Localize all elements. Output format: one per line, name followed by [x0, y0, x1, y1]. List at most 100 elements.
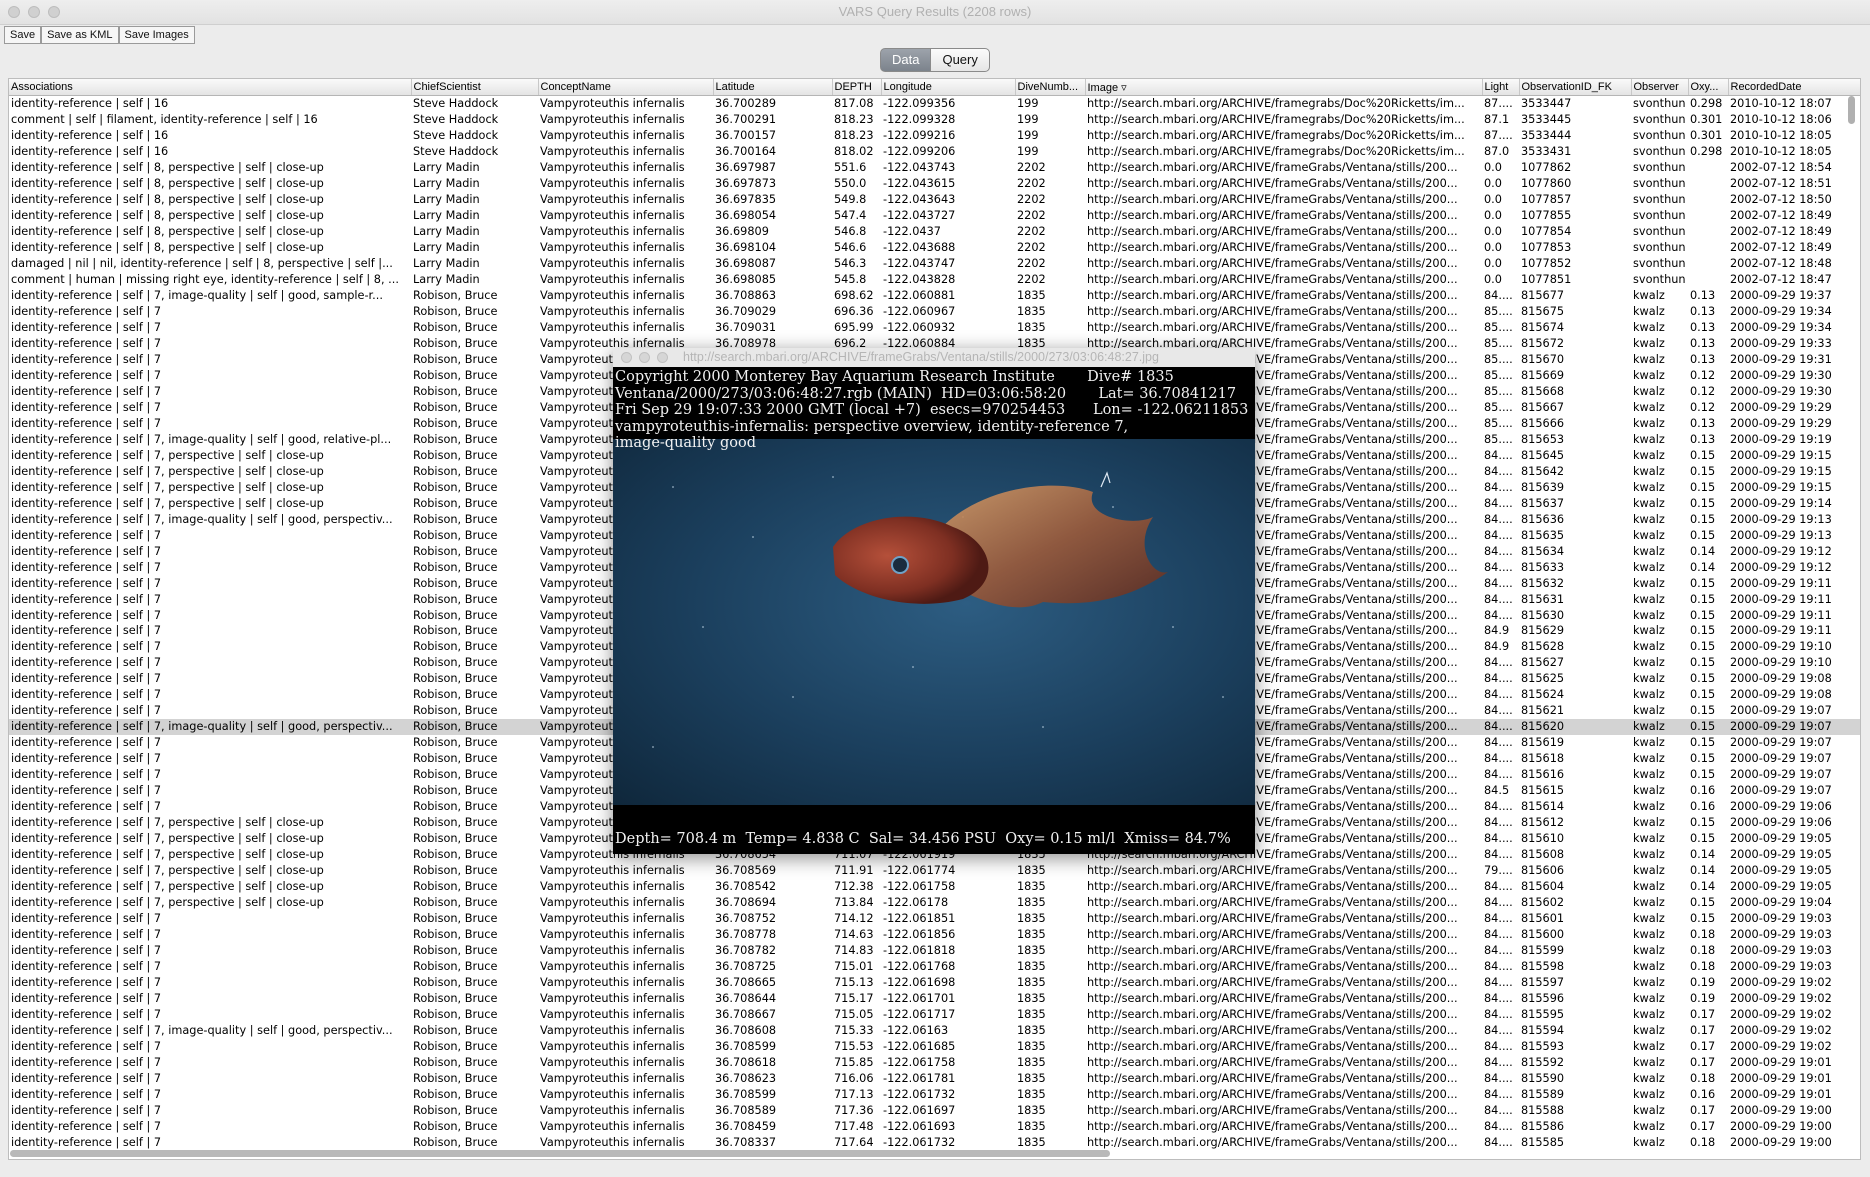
table-row[interactable]: identity-reference | self | 7 Robison, Br… [9, 927, 1860, 943]
table-cell [1688, 256, 1728, 272]
table-row[interactable]: identity-reference | self | 8, perspecti… [9, 160, 1860, 176]
column-header[interactable]: Oxy... [1688, 79, 1729, 96]
table-cell: 818.23 [834, 112, 874, 126]
table-cell: 36.709031 [715, 320, 777, 334]
table-row[interactable]: comment | human | missing right eye, ide… [9, 272, 1860, 288]
table-cell: Vampyroteuthis infernalis [540, 304, 685, 318]
close-viewer-icon[interactable] [621, 352, 632, 363]
table-row[interactable]: identity-reference | self | 7 Robison, Br… [9, 1119, 1860, 1135]
table-row[interactable]: identity-reference | self | 7 Robison, Br… [9, 1007, 1860, 1023]
column-header[interactable]: ObservationID_FK [1519, 79, 1632, 96]
table-cell: -122.043688 [883, 240, 956, 254]
save-images-button[interactable]: Save Images [118, 26, 195, 44]
table-row[interactable]: identity-reference | self | 8, perspecti… [9, 208, 1860, 224]
column-header[interactable]: RecordedDate [1728, 79, 1860, 96]
table-row[interactable]: identity-reference | self | 7 Robison, Br… [9, 991, 1860, 1007]
column-header[interactable]: Observer [1631, 79, 1689, 96]
table-row[interactable]: identity-reference | self | 7, image-qua… [9, 1023, 1860, 1039]
vertical-scrollbar[interactable] [1848, 96, 1855, 124]
table-row[interactable]: comment | self | filament, identity-refe… [9, 112, 1860, 128]
table-cell: Vampyroteuthis infernalis [540, 912, 685, 926]
table-cell: identity-reference | self | 7 [11, 944, 162, 958]
table-cell: -122.099328 [883, 112, 956, 126]
tab-data[interactable]: Data [880, 48, 932, 72]
table-row[interactable]: identity-reference | self | 7 Robison, Br… [9, 943, 1860, 959]
column-header[interactable]: Longitude [881, 79, 1016, 96]
table-cell: Vampyroteuthis infernalis [540, 144, 685, 158]
column-header[interactable]: DEPTH [832, 79, 882, 96]
table-row[interactable]: identity-reference | self | 7 Robison, Br… [9, 1087, 1860, 1103]
table-row[interactable]: identity-reference | self | 7 Robison, Br… [9, 959, 1860, 975]
table-cell: kwalz [1633, 448, 1665, 462]
table-row[interactable]: identity-reference | self | 7 Robison, Br… [9, 1055, 1860, 1071]
column-header[interactable]: Light [1482, 79, 1520, 96]
table-cell: svonthun [1633, 144, 1686, 158]
table-row[interactable]: identity-reference | self | 8, perspecti… [9, 240, 1860, 256]
table-cell: Robison, Bruce [413, 288, 498, 302]
table-cell: 85.... [1484, 416, 1513, 430]
table-row[interactable]: damaged | nil | nil, identity-reference … [9, 256, 1860, 272]
table-cell [1688, 192, 1728, 208]
table-cell: 36.697835 [715, 192, 777, 206]
table-cell: 818.02 [834, 144, 874, 158]
column-header[interactable]: ConceptName [538, 79, 714, 96]
table-cell: Vampyroteuthis infernalis [540, 1024, 685, 1038]
table-cell: Robison, Bruce [413, 976, 498, 990]
table-cell: kwalz [1633, 640, 1665, 654]
table-row[interactable]: identity-reference | self | 16 Steve Hadd… [9, 96, 1860, 112]
table-row[interactable]: identity-reference | self | 7 Robison, Br… [9, 911, 1860, 927]
table-cell: http://search.mbari.org/ARCHIVE/frameGra… [1087, 176, 1458, 190]
table-cell: Vampyroteuthis infernalis [540, 240, 685, 254]
table-row[interactable]: identity-reference | self | 7, perspecti… [9, 879, 1860, 895]
table-row[interactable]: identity-reference | self | 7 Robison, Br… [9, 1103, 1860, 1119]
table-row[interactable]: identity-reference | self | 8, perspecti… [9, 192, 1860, 208]
table-row[interactable]: identity-reference | self | 7 Robison, Br… [9, 1071, 1860, 1087]
table-row[interactable]: identity-reference | self | 16 Steve Hadd… [9, 128, 1860, 144]
table-cell: 2002-07-12 18:49 [1730, 240, 1832, 254]
table-row[interactable]: identity-reference | self | 7 Robison, Br… [9, 304, 1860, 320]
table-cell: 2000-09-29 19:01 [1730, 1088, 1832, 1102]
table-cell: 2000-09-29 19:01 [1730, 1056, 1832, 1070]
table-cell: identity-reference | self | 7 [11, 656, 162, 670]
save-as-kml-button[interactable]: Save as KML [41, 26, 119, 44]
table-cell: Robison, Bruce [413, 1135, 498, 1149]
table-row[interactable]: identity-reference | self | 7 Robison, Br… [9, 975, 1860, 991]
table-row[interactable]: identity-reference | self | 7 Robison, Br… [9, 1135, 1860, 1151]
horizontal-scrollbar[interactable] [10, 1150, 1110, 1157]
table-row[interactable]: identity-reference | self | 7, image-qua… [9, 288, 1860, 304]
table-cell: 2000-09-29 19:11 [1730, 576, 1832, 590]
column-header[interactable]: Latitude [713, 79, 833, 96]
table-row[interactable]: identity-reference | self | 7, perspecti… [9, 895, 1860, 911]
table-cell: identity-reference | self | 7 [11, 688, 162, 702]
column-header[interactable]: DiveNumb... [1015, 79, 1086, 96]
tab-query[interactable]: Query [931, 48, 990, 72]
table-cell: 815585 [1521, 1135, 1565, 1149]
table-row[interactable]: identity-reference | self | 16 Steve Hadd… [9, 144, 1860, 160]
table-row[interactable]: identity-reference | self | 7 Robison, Br… [9, 320, 1860, 336]
table-cell: 84.... [1484, 656, 1513, 670]
zoom-viewer-icon[interactable] [657, 352, 668, 363]
column-header[interactable]: Image ▿ [1085, 79, 1483, 96]
minimize-viewer-icon[interactable] [639, 352, 650, 363]
table-row[interactable]: identity-reference | self | 7, perspecti… [9, 863, 1860, 879]
table-cell: 549.8 [834, 192, 867, 206]
table-cell: 84.... [1484, 1056, 1513, 1070]
table-cell: 84.... [1484, 1008, 1513, 1022]
save-button[interactable]: Save [4, 26, 42, 44]
table-cell: kwalz [1633, 368, 1665, 382]
column-header[interactable]: ChiefScientist [411, 79, 539, 96]
table-cell: -122.060932 [883, 320, 956, 334]
image-viewer-titlebar[interactable]: http://search.mbari.org/ARCHIVE/frameGra… [613, 348, 1255, 367]
table-cell: identity-reference | self | 7 [11, 800, 162, 814]
column-header[interactable]: Associations [9, 79, 412, 96]
table-row[interactable]: identity-reference | self | 8, perspecti… [9, 176, 1860, 192]
table-cell: Robison, Bruce [413, 496, 498, 510]
table-row[interactable]: identity-reference | self | 7 Robison, Br… [9, 1039, 1860, 1055]
table-cell: Vampyroteuthis infernalis [540, 112, 685, 126]
table-cell: Vampyroteuthis infernalis [540, 1088, 685, 1102]
table-row[interactable]: identity-reference | self | 8, perspecti… [9, 224, 1860, 240]
table-cell: kwalz [1633, 624, 1665, 638]
table-cell: identity-reference | self | 7 [11, 336, 162, 350]
table-cell: 545.8 [834, 272, 867, 286]
table-cell: 818.23 [834, 128, 874, 142]
